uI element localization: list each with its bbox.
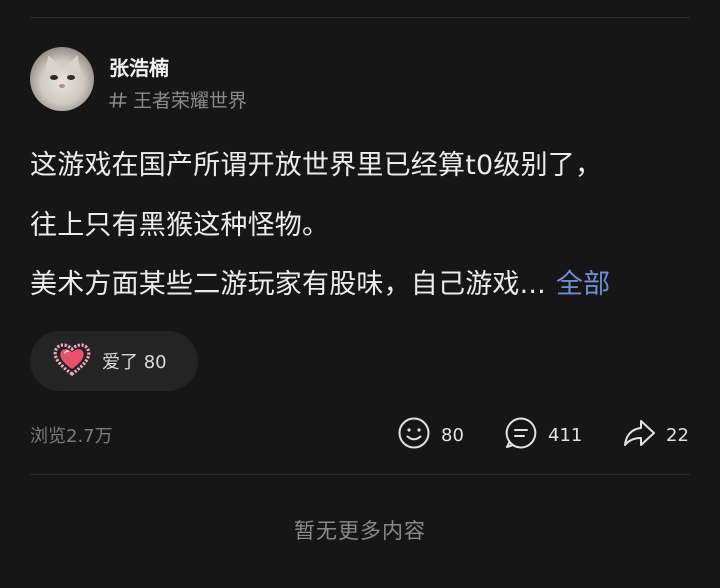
comment-count: 411	[548, 425, 583, 446]
post-content-text: 美术方面某些二游玩家有股味，自己游戏...	[30, 269, 546, 300]
no-more-content: 暂无更多内容	[294, 519, 426, 543]
share-button[interactable]: 22	[622, 416, 689, 455]
share-arrow-icon	[622, 416, 656, 455]
post-content-line-1: 这游戏在国产所谓开放世界里已经算t0级别了，	[30, 150, 603, 181]
bottom-divider	[30, 474, 690, 475]
like-count: 80	[441, 425, 464, 446]
smile-icon	[397, 416, 431, 455]
comment-button[interactable]: 411	[504, 416, 582, 455]
like-button[interactable]: 80	[397, 416, 464, 455]
author-name[interactable]: 张浩楠	[109, 52, 169, 81]
topic-label: 王者荣耀世界	[133, 90, 248, 112]
top-divider	[30, 17, 690, 18]
hashtag-icon	[109, 91, 127, 109]
post-content-line-2: 往上只有黑猴这种怪物。	[30, 210, 330, 241]
expand-link[interactable]: 全部	[556, 269, 610, 300]
avatar[interactable]	[30, 47, 94, 111]
reaction-pill[interactable]: 爱了 80	[30, 331, 198, 391]
share-count: 22	[666, 425, 689, 446]
heart-frame-icon	[52, 339, 92, 383]
reaction-label: 爱了 80	[102, 352, 167, 373]
comment-icon	[504, 416, 538, 455]
view-count: 浏览2.7万	[30, 426, 113, 447]
topic-tag[interactable]: 王者荣耀世界	[109, 86, 247, 113]
post-content-line-3: 美术方面某些二游玩家有股味，自己游戏... 全部	[30, 262, 610, 301]
